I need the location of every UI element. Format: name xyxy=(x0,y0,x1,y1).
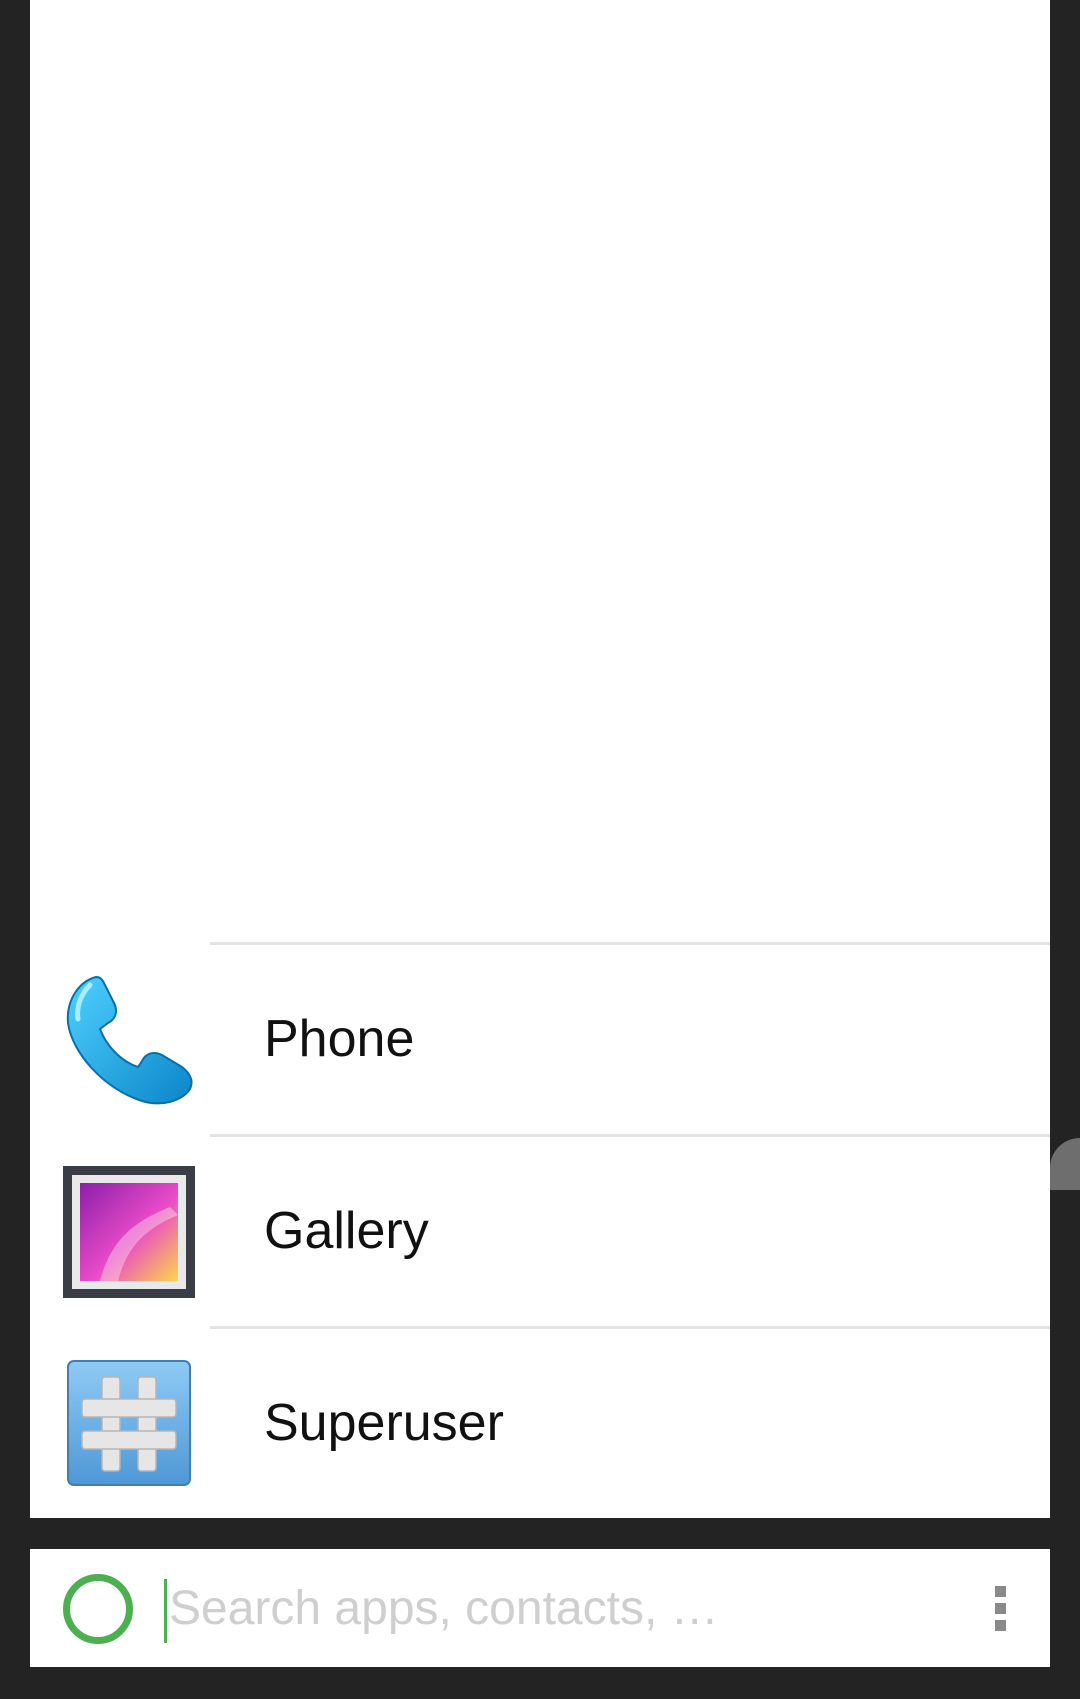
result-item-label: Superuser xyxy=(264,1394,504,1452)
search-bar xyxy=(30,1549,1050,1667)
phone-icon xyxy=(66,975,193,1105)
overflow-menu-icon-dot xyxy=(994,1619,1006,1631)
result-item-phone[interactable]: Phone xyxy=(66,942,1050,1134)
result-item-label: Gallery xyxy=(264,1202,429,1260)
launcher-logo-icon[interactable] xyxy=(63,1574,133,1644)
result-item-superuser[interactable]: Superuser xyxy=(67,1326,1050,1518)
superuser-icon xyxy=(67,1360,191,1486)
result-list: Phone Gallery Superuser xyxy=(30,942,1050,1518)
side-panel-handle[interactable] xyxy=(1050,1138,1080,1190)
gallery-icon xyxy=(63,1166,195,1298)
result-item-gallery[interactable]: Gallery xyxy=(63,1134,1050,1326)
overflow-menu-button[interactable] xyxy=(970,1571,1030,1645)
result-item-label: Phone xyxy=(264,1010,415,1068)
search-input[interactable] xyxy=(167,1571,889,1645)
overflow-menu-icon xyxy=(994,1585,1006,1597)
overflow-menu-icon-dot xyxy=(994,1602,1006,1614)
search-results-panel: Phone Gallery Superuser xyxy=(30,0,1050,1518)
